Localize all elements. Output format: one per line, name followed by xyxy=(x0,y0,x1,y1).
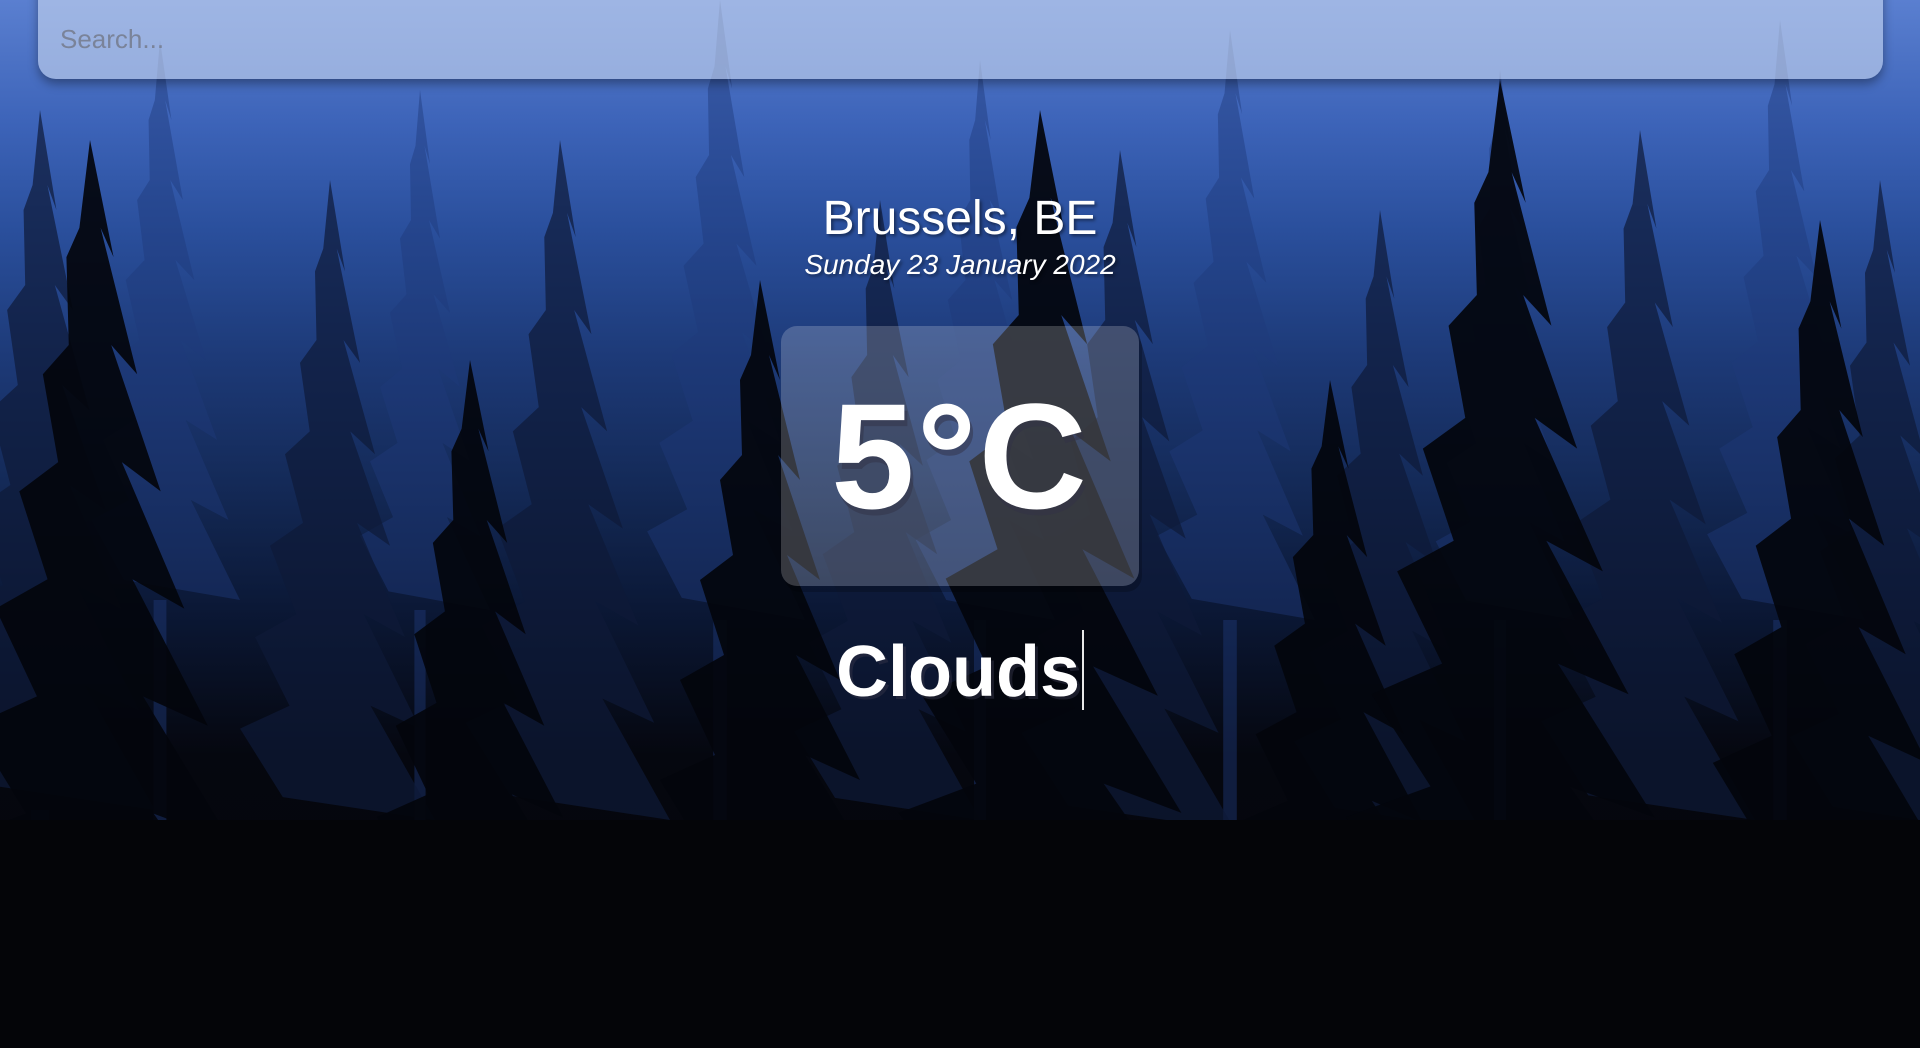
search-input[interactable] xyxy=(38,0,1883,79)
location-label: Brussels, BE xyxy=(822,192,1098,245)
search-box xyxy=(38,0,1883,79)
temperature-display: 5°C xyxy=(781,326,1139,586)
text-caret xyxy=(1081,630,1084,710)
weather-condition-box: Clouds xyxy=(0,630,1920,714)
weather-condition: Clouds xyxy=(836,632,1080,712)
location-box: Brussels, BE Sunday 23 January 2022 xyxy=(0,190,1920,282)
date-label: Sunday 23 January 2022 xyxy=(804,249,1116,280)
